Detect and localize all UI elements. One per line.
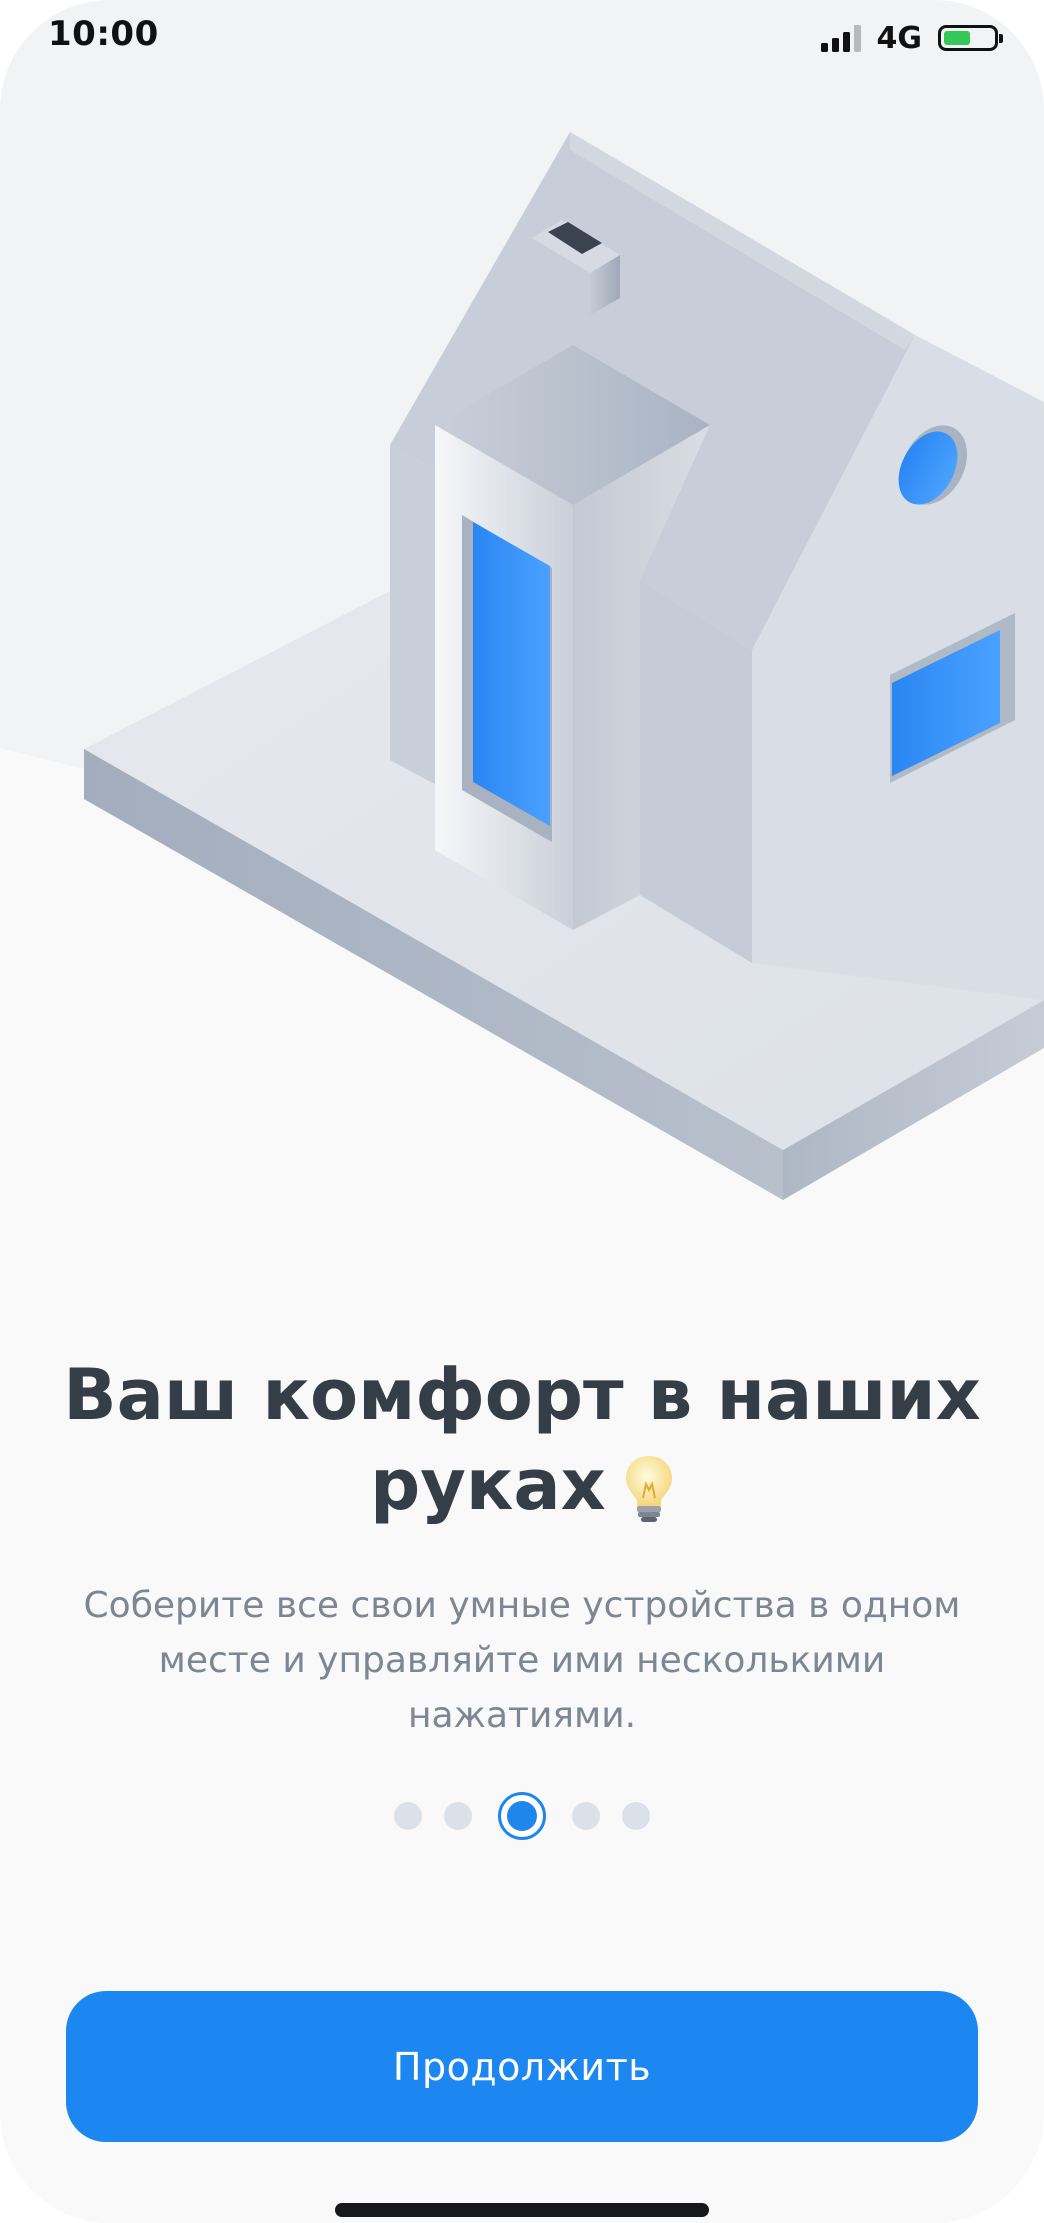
page-title: Ваш комфорт в наших руках <box>60 1350 984 1530</box>
lightbulb-icon <box>625 1455 672 1522</box>
title-line-2: руках <box>370 1444 606 1526</box>
page-dot-4[interactable] <box>572 1802 600 1830</box>
page-dot-3-active[interactable] <box>498 1792 546 1840</box>
onboarding-screen: 10:00 4G Ваш комфорт в наших руках Собер… <box>0 0 1044 2223</box>
page-dot-1[interactable] <box>394 1802 422 1830</box>
page-dot-2[interactable] <box>444 1802 472 1830</box>
home-indicator[interactable] <box>335 2203 709 2217</box>
pagination-dots[interactable] <box>0 1788 1044 1844</box>
house-illustration <box>84 132 1044 1200</box>
title-line-1: Ваш комфорт в наших <box>63 1354 981 1436</box>
continue-button[interactable]: Продолжить <box>66 1991 978 2142</box>
page-description: Соберите все свои умные устройства в одн… <box>83 1585 961 1736</box>
page-dot-5[interactable] <box>622 1802 650 1830</box>
